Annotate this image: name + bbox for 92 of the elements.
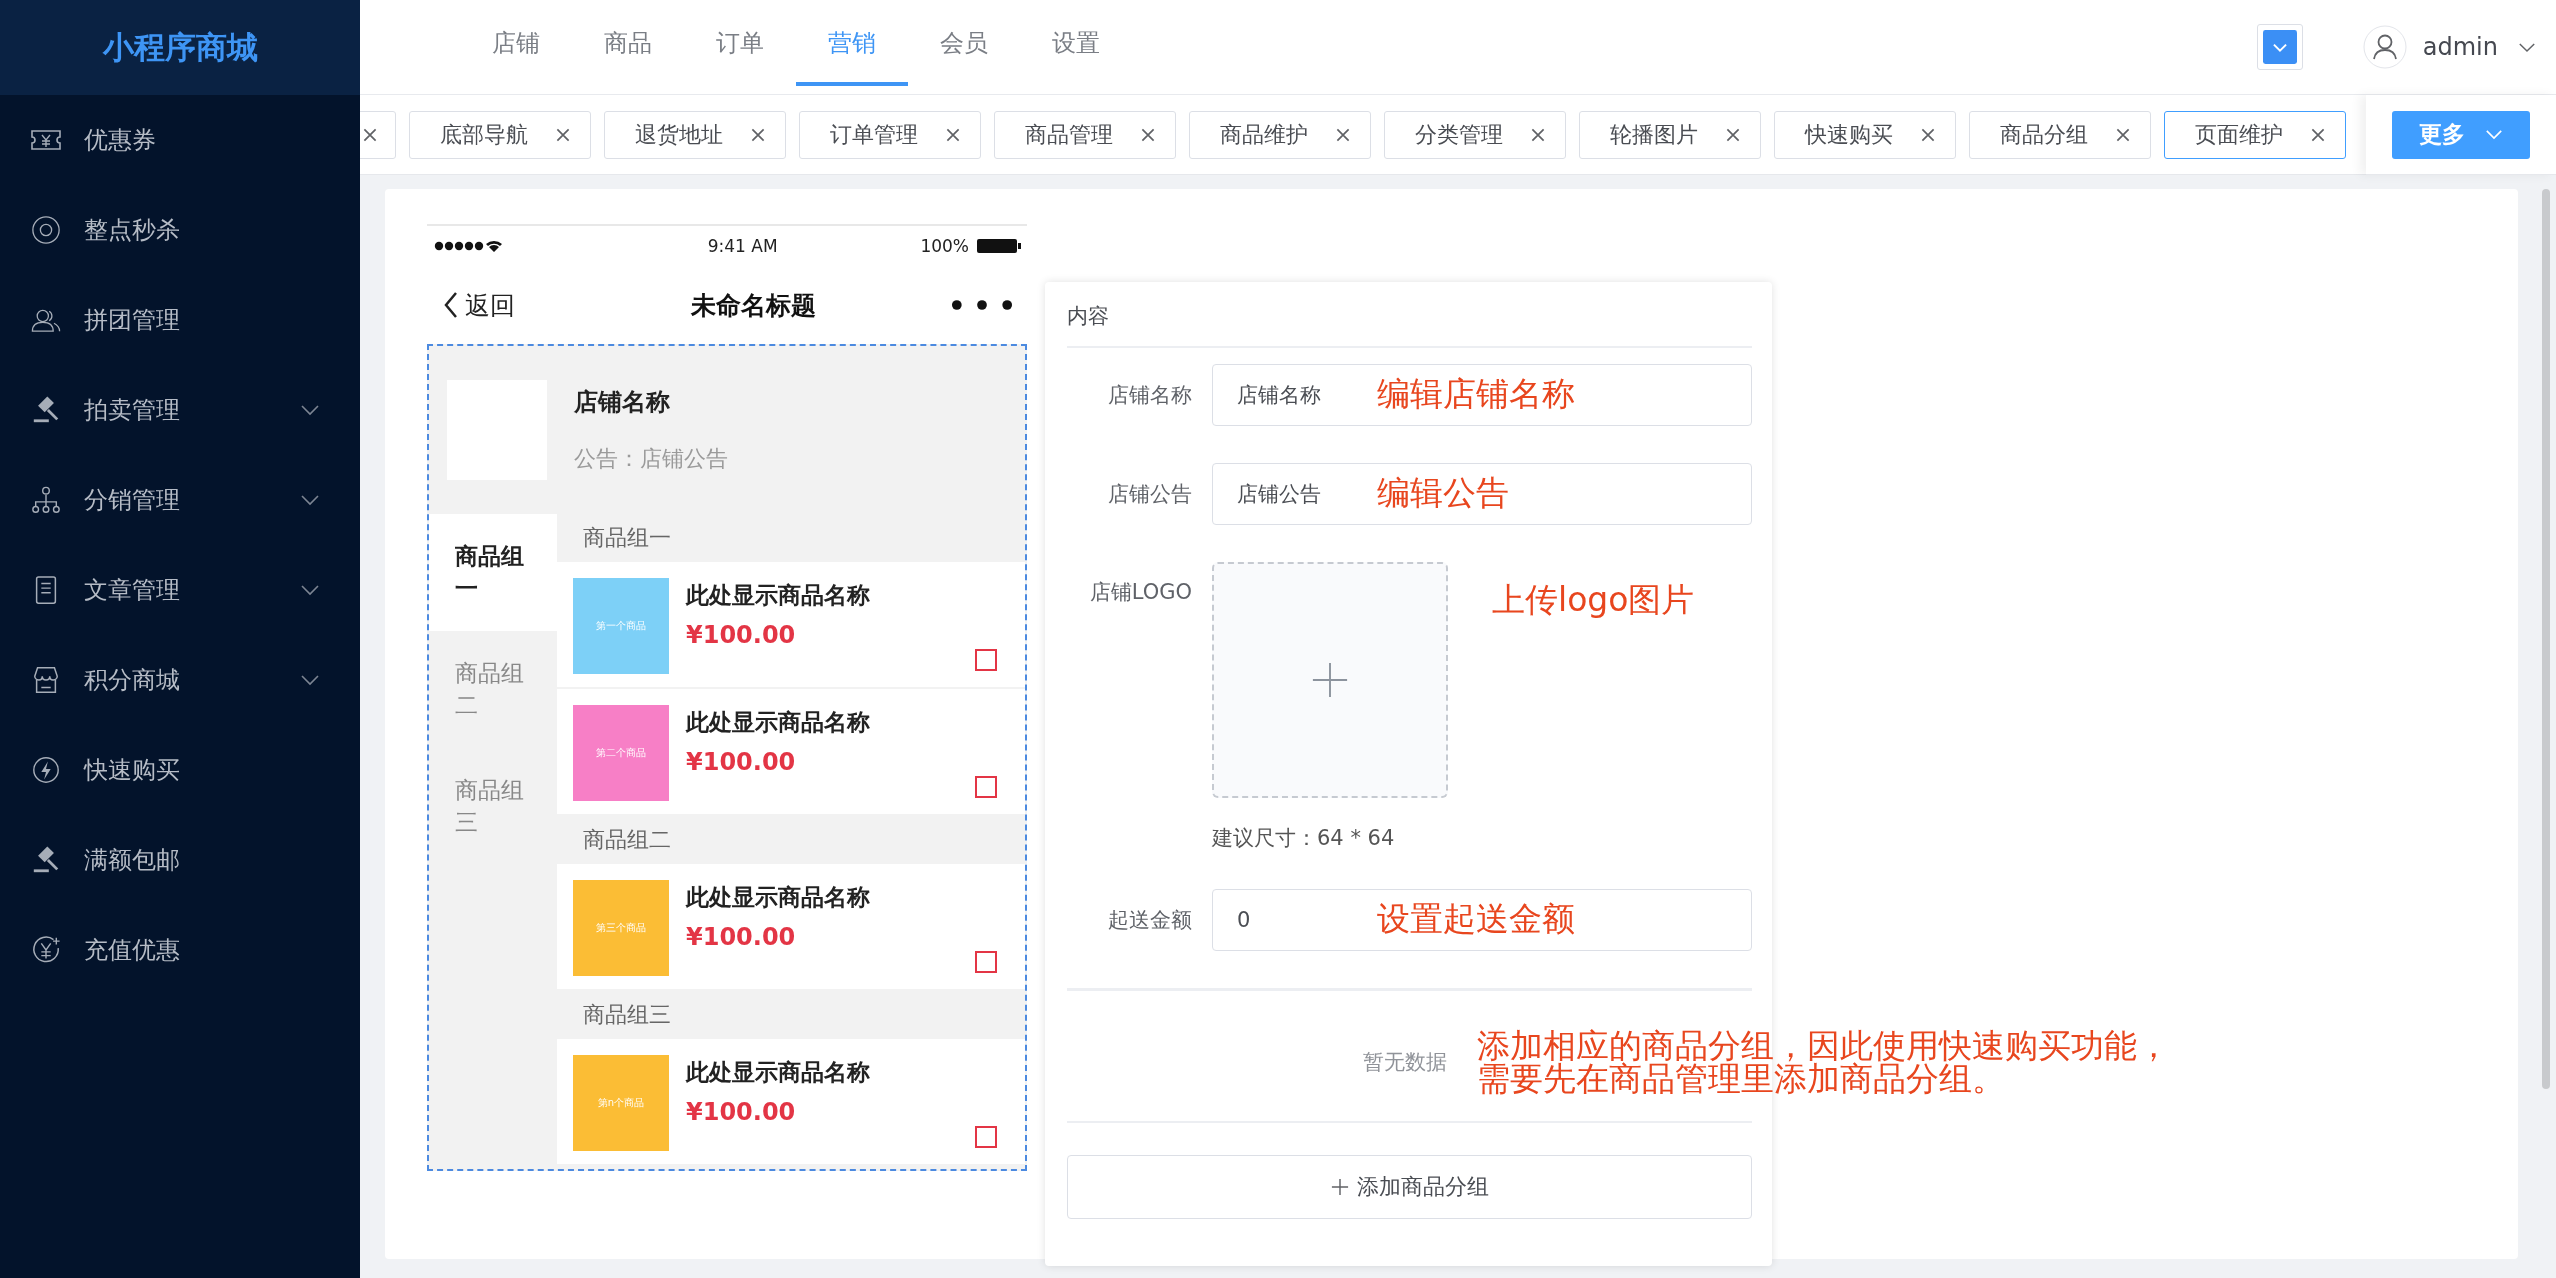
group-header: 商品组一 [582, 524, 672, 552]
round-badge-icon [30, 215, 62, 245]
checkbox[interactable] [975, 1126, 997, 1148]
page-tab[interactable]: 订单管理 [799, 110, 981, 159]
yen-icon [30, 935, 62, 965]
more-dots-icon[interactable] [951, 299, 1013, 311]
nav-tab[interactable]: 设置 [1020, 0, 1132, 86]
annotation-text: 编辑店铺名称 [1377, 373, 1575, 415]
sidebar-item[interactable]: 拼团管理 [0, 275, 360, 365]
network-icon [30, 485, 62, 515]
plus-icon [1330, 1178, 1349, 1196]
empty-text: 暂无数据 [1363, 1049, 1447, 1076]
nav-tab[interactable]: 订单 [684, 0, 796, 86]
page-tab[interactable]: 商品维护 [1189, 110, 1371, 159]
image-caption: 第二个商品 [596, 746, 646, 760]
product-price: ¥100.00 [686, 621, 797, 649]
product-row[interactable]: 第n个商品 此处显示商品名称 ¥100.00 [557, 1039, 1025, 1166]
annotation-text: 设置起送金额 [1377, 898, 1575, 940]
store-notice: 公告：店铺公告 [574, 445, 728, 473]
signal-icon [433, 239, 505, 253]
product-price: ¥100.00 [686, 923, 797, 951]
sidebar-item[interactable]: 满额包邮 [0, 815, 360, 905]
sidebar-item[interactable]: 文章管理 [0, 545, 360, 635]
sidebar-item[interactable]: 积分商城 [0, 635, 360, 725]
product-price: ¥100.00 [686, 748, 797, 776]
panel-title: 内容 [1067, 302, 1752, 348]
product-row[interactable]: 第二个商品 此处显示商品名称 ¥100.00 [557, 689, 1025, 816]
page-tab[interactable]: 快速购买 [1774, 110, 1956, 159]
plus-icon [1311, 661, 1349, 699]
chevron-down-icon [300, 404, 320, 416]
nav-tab[interactable]: 商品 [572, 0, 684, 86]
back-link[interactable]: 返回 [443, 288, 515, 322]
chevron-down-icon [300, 674, 320, 686]
sidebar-item[interactable]: 充值优惠 [0, 905, 360, 995]
user-avatar-icon[interactable] [2362, 25, 2407, 69]
annotation-text: 添加相应的商品分组，因此使用快速购买功能， [1477, 1029, 2170, 1062]
battery-percent: 100% [920, 236, 969, 256]
size-hint: 建议尺寸：64 * 64 [1212, 825, 1396, 852]
lightning-icon [30, 755, 62, 785]
sidebar-item[interactable]: 快速购买 [0, 725, 360, 815]
group-header: 商品组三 [582, 1001, 672, 1029]
page-title: 未命名标题 [690, 289, 816, 322]
field-label: 店铺公告 [1107, 481, 1192, 508]
page-tab[interactable]: 商品分组 [1969, 110, 2151, 159]
annotation-text: 需要先在商品管理里添加商品分组。 [1477, 1062, 2006, 1095]
sidebar-item[interactable]: 分销管理 [0, 455, 360, 545]
chevron-down-icon [300, 494, 320, 506]
page-tab[interactable]: 分类管理 [1384, 110, 1566, 159]
product-name: 此处显示商品名称 [686, 1058, 870, 1087]
scrollbar[interactable] [2542, 189, 2550, 1089]
chevron-down-icon [300, 584, 320, 596]
add-group-button[interactable]: 添加商品分组 [1067, 1155, 1752, 1219]
page-tab[interactable]: 底部导航 [409, 110, 591, 159]
group-header: 商品组二 [582, 826, 672, 854]
page-tab[interactable]: 商品管理 [994, 110, 1176, 159]
field-label: 店铺LOGO [1088, 579, 1192, 606]
cut-off-tab[interactable] [360, 110, 396, 159]
store-name: 店铺名称 [574, 387, 671, 418]
nav-tab[interactable]: 会员 [908, 0, 1020, 86]
chevron-down-icon [2485, 129, 2503, 140]
product-name: 此处显示商品名称 [686, 708, 870, 737]
checkbox[interactable] [975, 776, 997, 798]
page-tab[interactable]: 退货地址 [604, 110, 786, 159]
battery-icon [977, 238, 1021, 254]
annotation-text: 上传logo图片 [1492, 579, 1695, 621]
checkbox[interactable] [975, 951, 997, 973]
nav-tab[interactable]: 店铺 [460, 0, 572, 86]
image-caption: 第n个商品 [597, 1096, 645, 1110]
chevron-down-icon [2262, 30, 2297, 64]
product-row[interactable]: 第三个商品 此处显示商品名称 ¥100.00 [557, 864, 1025, 991]
image-caption: 第三个商品 [596, 921, 646, 935]
field-label: 起送金额 [1107, 907, 1192, 934]
sidebar-item[interactable]: 整点秒杀 [0, 185, 360, 275]
dropdown-button[interactable] [2256, 24, 2303, 70]
status-time: 9:41 AM [707, 236, 778, 256]
product-price: ¥100.00 [686, 1098, 797, 1126]
category-item[interactable]: 商品组一 [429, 514, 557, 631]
image-caption: 第一个商品 [596, 619, 646, 633]
chevron-down-icon[interactable] [2518, 41, 2536, 53]
product-name: 此处显示商品名称 [686, 581, 870, 610]
page-tab[interactable]: 轮播图片 [1579, 110, 1761, 159]
app-logo-text: 小程序商城 [102, 27, 258, 67]
annotation-text: 编辑公告 [1377, 472, 1509, 514]
sidebar-item[interactable]: 拍卖管理 [0, 365, 360, 455]
product-row[interactable]: 第一个商品 此处显示商品名称 ¥100.00 [557, 562, 1025, 689]
back-chevron-icon [443, 291, 459, 319]
checkbox[interactable] [975, 649, 997, 671]
page-tab[interactable]: 页面维护 [2164, 110, 2346, 159]
product-name: 此处显示商品名称 [686, 883, 870, 912]
field-label: 店铺名称 [1107, 382, 1192, 409]
sidebar-item[interactable]: 优惠券 [0, 95, 360, 185]
user-name[interactable]: admin [2422, 33, 2498, 61]
